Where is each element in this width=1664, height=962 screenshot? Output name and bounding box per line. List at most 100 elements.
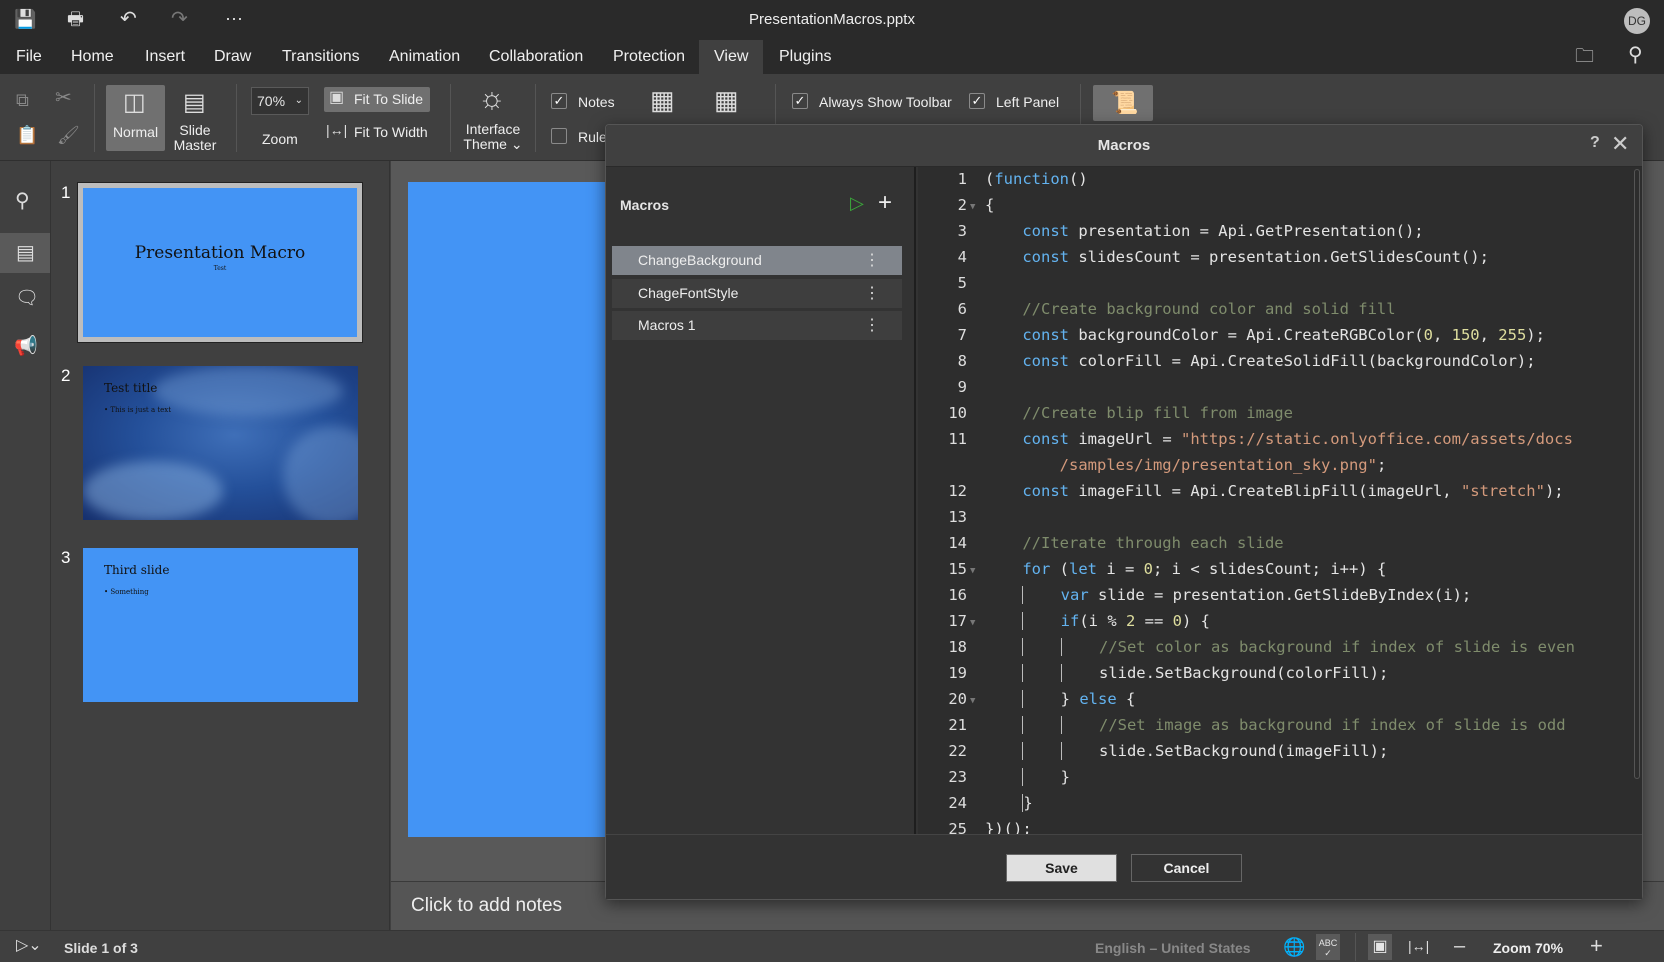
open-file-location-icon[interactable]: 🗀 bbox=[1575, 47, 1594, 66]
line-number: 11 bbox=[948, 430, 967, 448]
code-scrollbar[interactable] bbox=[1632, 167, 1642, 834]
fit-to-width-icon[interactable]: |↔| bbox=[1408, 939, 1429, 953]
more-options-icon[interactable]: ⋮ bbox=[864, 279, 880, 308]
slide-thumbnail-1[interactable]: Presentation Macro Test bbox=[77, 182, 363, 343]
fit-to-slide-button[interactable]: ▣ Fit To Slide bbox=[324, 87, 430, 112]
slides-panel-button[interactable]: ▤ bbox=[0, 233, 50, 273]
slide-thumbnail-3[interactable]: Third slide • Something bbox=[83, 548, 358, 702]
always-show-toolbar-checkbox[interactable]: ✓ bbox=[792, 93, 808, 109]
cut-icon[interactable]: ✂ bbox=[55, 88, 72, 108]
left-panel-checkbox[interactable]: ✓ bbox=[969, 93, 985, 109]
run-macro-icon[interactable]: ▷ bbox=[850, 193, 864, 214]
menu-home[interactable]: Home bbox=[71, 40, 114, 74]
user-avatar[interactable]: DG bbox=[1624, 8, 1650, 34]
zoom-out-icon[interactable]: – bbox=[1454, 936, 1465, 956]
fit-to-slide-icon[interactable]: ▣ bbox=[1368, 934, 1392, 960]
slide-title: Test title bbox=[104, 381, 158, 395]
save-button[interactable]: Save bbox=[1006, 854, 1117, 882]
slideshow-play-icon[interactable]: ▷⌄ bbox=[16, 938, 42, 954]
left-sidebar: ⚲ ▤ 🗨 📢 bbox=[0, 161, 51, 930]
fold-toggle-icon[interactable]: ▼ bbox=[970, 566, 975, 576]
macro-item[interactable]: ChageFontStyle ⋮ bbox=[612, 279, 902, 308]
always-show-toolbar-label: Always Show Toolbar bbox=[819, 94, 952, 110]
menu-file[interactable]: File bbox=[16, 40, 42, 74]
code-line: slide.SetBackground(colorFill); bbox=[985, 664, 1388, 682]
line-number: 23 bbox=[948, 768, 967, 786]
code-line: for (let i = 0; i < slidesCount; i++) { bbox=[1022, 560, 1387, 578]
more-options-icon[interactable]: ⋮ bbox=[864, 311, 880, 340]
fit-to-width-button[interactable]: |↔| Fit To Width bbox=[324, 119, 434, 144]
copy-icon[interactable]: ⧉ bbox=[16, 91, 29, 109]
line-number: 9 bbox=[957, 378, 967, 396]
fold-toggle-icon[interactable]: ▼ bbox=[970, 618, 975, 628]
line-number: 18 bbox=[948, 638, 967, 656]
feedback-icon[interactable]: 📢 bbox=[14, 337, 38, 356]
help-icon[interactable]: ? bbox=[1590, 134, 1600, 152]
zoom-in-icon[interactable]: + bbox=[1590, 935, 1603, 957]
line-number: 4 bbox=[957, 248, 967, 266]
slide-number: 2 bbox=[61, 366, 71, 385]
code-editor[interactable]: 1 (function() 2 ▼{3 const presentation = Ap… bbox=[918, 167, 1632, 834]
notes-checkbox[interactable]: ✓ bbox=[551, 93, 567, 109]
more-options-icon[interactable]: ⋮ bbox=[864, 246, 880, 275]
slide-thumbnail-2[interactable]: Test title • This is just a text bbox=[83, 366, 358, 520]
line-number: 8 bbox=[957, 352, 967, 370]
zoom-select[interactable]: 70% ⌄ bbox=[251, 87, 309, 115]
paste-icon[interactable]: 📋 bbox=[16, 126, 38, 144]
slide-number: 1 bbox=[61, 183, 71, 202]
menu-protection[interactable]: Protection bbox=[613, 40, 685, 74]
code-line: (function() bbox=[985, 170, 1088, 188]
spellcheck-icon[interactable]: ABC ✓ bbox=[1316, 934, 1340, 960]
gridlines-icon[interactable]: ▦ bbox=[714, 87, 739, 113]
rulers-checkbox[interactable] bbox=[551, 128, 567, 144]
menu-draw[interactable]: Draw bbox=[214, 40, 251, 74]
macro-item[interactable]: ChangeBackground ⋮ bbox=[612, 246, 902, 275]
line-number: 17 bbox=[948, 612, 967, 630]
language-select[interactable]: English – United States bbox=[1095, 940, 1251, 956]
notes-placeholder[interactable]: Click to add notes bbox=[411, 895, 562, 917]
current-slide[interactable] bbox=[408, 182, 608, 837]
code-line: /samples/img/presentation_sky.png"; bbox=[1059, 456, 1387, 474]
add-macro-icon[interactable]: + bbox=[878, 189, 892, 217]
search-icon[interactable]: ⚲ bbox=[1628, 45, 1643, 65]
comments-icon[interactable]: 🗨 bbox=[15, 289, 39, 308]
menu-transitions[interactable]: Transitions bbox=[282, 40, 360, 74]
slides-icon: ▤ bbox=[16, 242, 35, 264]
close-icon[interactable]: ✕ bbox=[1611, 131, 1629, 157]
cancel-button[interactable]: Cancel bbox=[1131, 854, 1242, 882]
macro-item[interactable]: Macros 1 ⋮ bbox=[612, 311, 902, 340]
code-line: slide.SetBackground(imageFill); bbox=[985, 742, 1388, 760]
line-number: 6 bbox=[957, 300, 967, 318]
code-line: } bbox=[1022, 794, 1033, 812]
slide-counter: Slide 1 of 3 bbox=[64, 940, 138, 956]
macros-dialog: Macros ? ✕ Macros ▷ + ChangeBackground ⋮ … bbox=[605, 124, 1643, 900]
menu-insert[interactable]: Insert bbox=[145, 40, 185, 74]
code-line: //Create blip fill from image bbox=[1022, 404, 1293, 422]
code-line: const colorFill = Api.CreateSolidFill(ba… bbox=[1022, 352, 1536, 370]
menu-collaboration[interactable]: Collaboration bbox=[489, 40, 583, 74]
line-number: 5 bbox=[957, 274, 967, 292]
macros-list-title: Macros bbox=[620, 197, 670, 213]
code-line: //Create background color and solid fill bbox=[1022, 300, 1396, 318]
fit-to-slide-icon: ▣ bbox=[329, 89, 345, 106]
globe-icon[interactable]: 🌐 bbox=[1283, 938, 1305, 956]
slide-master-button[interactable]: ▤ Slide Master bbox=[170, 85, 220, 153]
line-number: 22 bbox=[948, 742, 967, 760]
normal-view-button[interactable]: ◫ Normal bbox=[106, 85, 165, 151]
macros-button[interactable]: 📜 bbox=[1093, 85, 1153, 121]
code-line: } else { bbox=[985, 690, 1135, 708]
macros-list-panel: Macros ▷ + ChangeBackground ⋮ ChageFontSt… bbox=[606, 167, 916, 834]
zoom-label: Zoom bbox=[262, 131, 298, 147]
slide-master-label: Slide Master bbox=[173, 122, 217, 153]
interface-theme-button[interactable]: ☼ Interface Theme ⌄ bbox=[462, 82, 524, 154]
fold-toggle-icon[interactable]: ▼ bbox=[970, 202, 975, 212]
menu-plugins[interactable]: Plugins bbox=[779, 40, 831, 74]
format-painter-icon[interactable]: 🖌 bbox=[57, 126, 80, 144]
search-icon[interactable]: ⚲ bbox=[15, 191, 30, 211]
menu-view[interactable]: View bbox=[699, 40, 764, 74]
guides-icon[interactable]: ▦ bbox=[650, 87, 675, 113]
fold-toggle-icon[interactable]: ▼ bbox=[970, 696, 975, 706]
line-number: 2 bbox=[957, 196, 967, 214]
slide-bullet: • This is just a text bbox=[104, 406, 172, 414]
menu-animation[interactable]: Animation bbox=[389, 40, 460, 74]
